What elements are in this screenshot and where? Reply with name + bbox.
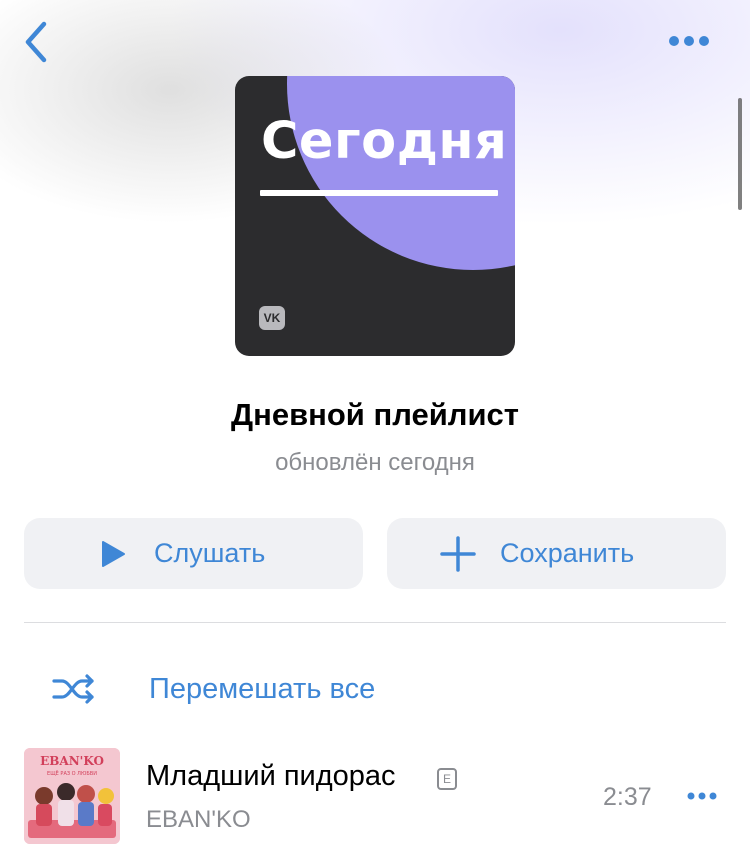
explicit-badge: E (437, 768, 457, 790)
cover-circle-decoration (287, 76, 515, 270)
track-album-art: EBAN'KO ЕЩЁ РАЗ О ЛЮБВИ (24, 748, 120, 844)
svg-text:EBAN'KO: EBAN'KO (40, 754, 104, 768)
more-options-button[interactable] (664, 28, 716, 54)
listen-button[interactable]: Слушать (24, 518, 363, 589)
track-artist: EBAN'KO (146, 806, 251, 833)
cover-title: Сегодня (261, 112, 508, 171)
track-duration: 2:37 (603, 783, 652, 811)
shuffle-all-label: Перемешать все (149, 672, 376, 705)
play-icon (102, 540, 125, 567)
track-row[interactable]: EBAN'KO ЕЩЁ РАЗ О ЛЮБВИ Младший пидорас … (0, 742, 750, 844)
save-button[interactable]: Сохранить (387, 518, 726, 589)
shuffle-all-button[interactable]: Перемешать все (24, 660, 726, 718)
playlist-title: Дневной плейлист (231, 397, 519, 432)
playlist-cover: Сегодня VK (235, 76, 515, 356)
cover-underline (260, 190, 498, 196)
save-button-label: Сохранить (500, 538, 635, 568)
more-horizontal-icon (669, 36, 709, 46)
playlist-subtitle: обновлён сегодня (275, 449, 475, 476)
shuffle-icon (52, 674, 94, 704)
chevron-left-icon (25, 21, 47, 63)
back-button[interactable] (18, 18, 58, 66)
album-art-illustration: EBAN'KO ЕЩЁ РАЗ О ЛЮБВИ (24, 748, 120, 844)
track-title: Младший пидорас (146, 760, 396, 792)
vk-logo-icon: VK (259, 306, 285, 330)
section-divider (24, 622, 726, 623)
svg-text:ЕЩЁ РАЗ О ЛЮБВИ: ЕЩЁ РАЗ О ЛЮБВИ (47, 770, 97, 777)
scrollbar[interactable] (738, 98, 742, 210)
plus-icon (440, 535, 476, 572)
track-more-icon[interactable] (686, 790, 718, 802)
listen-button-label: Слушать (154, 538, 266, 568)
